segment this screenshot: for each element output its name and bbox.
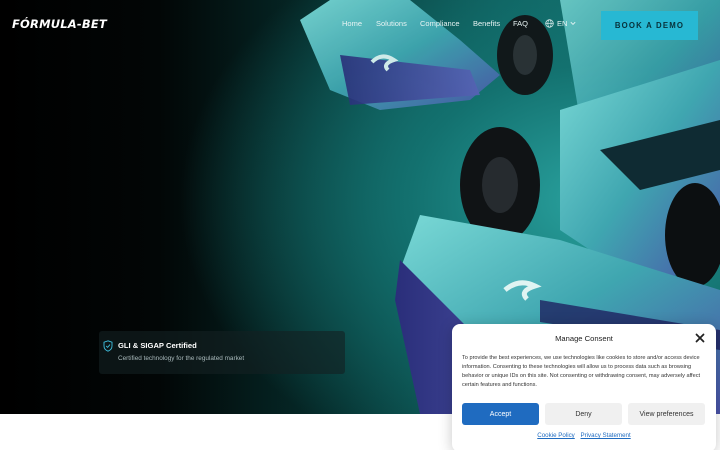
shield-check-icon [103, 340, 113, 352]
book-demo-button[interactable]: BOOK A DEMO [601, 11, 698, 40]
certification-card: GLI & SIGAP Certified Certified technolo… [99, 331, 345, 374]
deny-button[interactable]: Deny [545, 403, 622, 425]
language-label: EN [557, 19, 568, 28]
certification-subtitle: Certified technology for the regulated m… [118, 355, 245, 362]
nav-compliance[interactable]: Compliance [420, 19, 460, 28]
close-icon[interactable] [694, 332, 706, 344]
view-preferences-button[interactable]: View preferences [628, 403, 705, 425]
nav-faq[interactable]: FAQ [513, 19, 528, 28]
language-selector[interactable]: EN [545, 19, 576, 28]
consent-links: Cookie Policy Privacy Statement [452, 432, 716, 439]
certification-title: GLI & SIGAP Certified [118, 341, 197, 350]
nav-benefits[interactable]: Benefits [473, 19, 500, 28]
brand-logo[interactable]: FÓRMULA-BET [12, 17, 107, 31]
nav-home[interactable]: Home [342, 19, 362, 28]
consent-modal: Manage Consent To provide the best exper… [452, 324, 716, 450]
privacy-statement-link[interactable]: Privacy Statement [581, 432, 631, 439]
accept-button[interactable]: Accept [462, 403, 539, 425]
consent-title: Manage Consent [555, 334, 613, 343]
consent-text: To provide the best experiences, we use … [462, 355, 701, 388]
nav-solutions[interactable]: Solutions [376, 19, 407, 28]
cookie-policy-link[interactable]: Cookie Policy [537, 432, 575, 439]
chevron-down-icon [570, 21, 576, 26]
globe-icon [545, 19, 554, 28]
